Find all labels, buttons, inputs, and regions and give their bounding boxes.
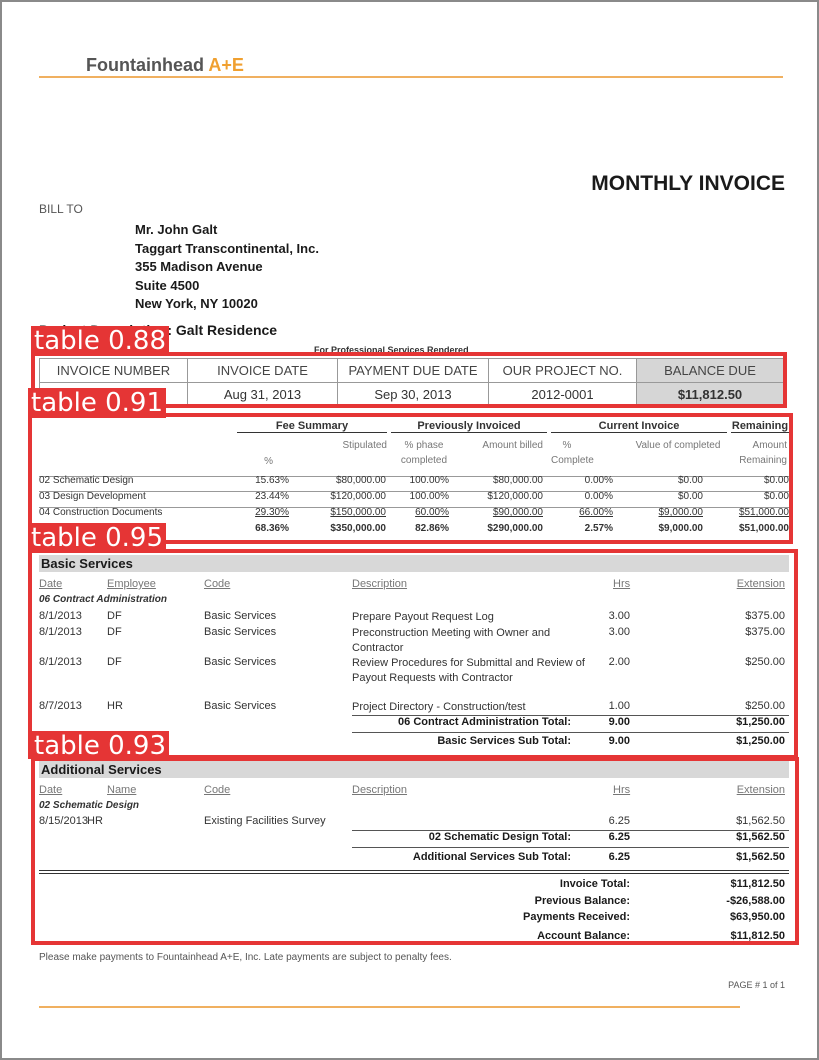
address-line: Suite 4500 <box>135 277 200 293</box>
address-line: New York, NY 10020 <box>135 296 258 311</box>
payment-note: Please make payments to Fountainhead A+E… <box>39 952 452 963</box>
address-line: Mr. John Galt <box>135 222 218 237</box>
address-line: Taggart Transcontinental, Inc. <box>135 240 319 256</box>
detection-box-basic-services <box>28 549 798 759</box>
page-number: PAGE # 1 of 1 <box>728 980 785 990</box>
document-title: MONTHLY INVOICE <box>591 172 785 195</box>
footer-rule <box>39 1006 740 1008</box>
detection-label: table 0.95 <box>28 523 167 553</box>
bill-to-label: BILL TO <box>39 202 83 216</box>
bill-to-address: Mr. John Galt Taggart Transcontinental, … <box>135 221 319 314</box>
address-line: 355 Madison Avenue <box>135 259 263 274</box>
company-logo: Fountainhead A+E <box>86 55 244 76</box>
detection-label: table 0.91 <box>28 388 167 418</box>
detection-label: table 0.93 <box>31 731 170 761</box>
company-name: Fountainhead <box>86 55 204 75</box>
company-accent: A+E <box>208 55 244 75</box>
invoice-page: Fountainhead A+E MONTHLY INVOICE BILL TO… <box>0 0 819 1060</box>
detection-label: table 0.88 <box>31 326 170 356</box>
header-rule <box>39 76 783 78</box>
detection-box-additional-services <box>31 757 799 945</box>
